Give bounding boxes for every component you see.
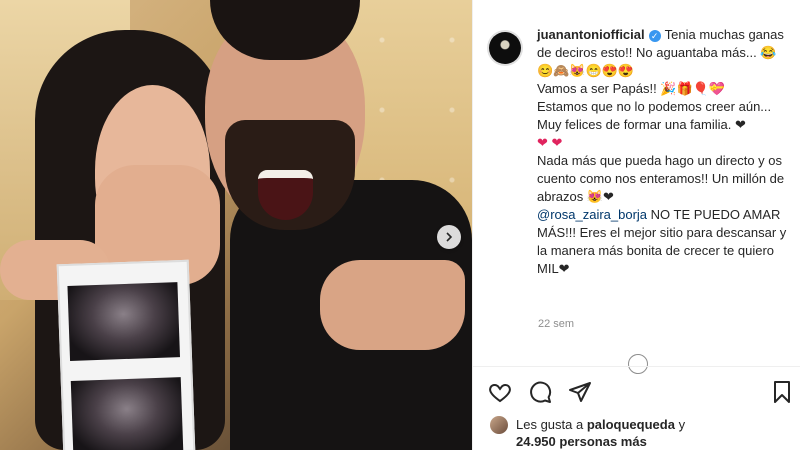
verified-icon: ✓: [648, 29, 661, 42]
likes-row: Les gusta a paloquequeda y 24.950 person…: [490, 416, 685, 450]
ultrasound-scan-bottom: [70, 377, 184, 450]
caption-line-3: Estamos que no lo podemos creer aún...: [537, 99, 772, 114]
heart-icon: [489, 383, 511, 403]
post-time[interactable]: 22 sem: [538, 318, 574, 330]
bookmark-icon: [774, 381, 790, 403]
save-button[interactable]: [770, 380, 796, 406]
post-username[interactable]: juanantoniofficial: [537, 27, 645, 42]
post-photo[interactable]: [0, 0, 472, 450]
caption-line-2: Vamos a ser Papás!! 🎉🎁🎈💝: [537, 81, 726, 96]
likes-avatar[interactable]: [490, 416, 508, 434]
caption-line-4: Muy felices de formar una familia. ❤: [537, 117, 746, 132]
mention-link[interactable]: @rosa_zaira_borja: [537, 207, 647, 222]
comment-icon: [530, 381, 552, 403]
action-bar: [488, 380, 793, 408]
photo-ultrasound: [56, 259, 196, 450]
photo-man-hand: [320, 260, 465, 350]
divider: [472, 366, 800, 367]
caption-line-6: Nada más que pueda hago un directo y os …: [537, 153, 785, 204]
ultrasound-scan-top: [67, 282, 181, 361]
likes-count[interactable]: 24.950 personas más: [516, 434, 647, 449]
caption-area: juanantoniofficial ✓ Tenia muchas ganas de…: [489, 26, 789, 278]
send-icon: [569, 382, 591, 402]
next-photo-button[interactable]: [437, 225, 461, 249]
caption: juanantoniofficial ✓ Tenia muchas ganas de…: [537, 26, 789, 278]
likes-middle: y: [674, 417, 686, 432]
likes-user[interactable]: paloquequeda: [587, 417, 675, 432]
caption-line-5: ❤ ❤: [537, 135, 563, 150]
more-icon[interactable]: [628, 354, 648, 374]
avatar[interactable]: [489, 32, 521, 64]
likes-text: Les gusta a paloquequeda y 24.950 person…: [516, 416, 685, 450]
chevron-right-icon: [446, 232, 453, 242]
like-button[interactable]: [488, 380, 514, 406]
likes-prefix: Les gusta a: [516, 417, 587, 432]
share-button[interactable]: [568, 380, 594, 406]
comment-button[interactable]: [528, 380, 554, 406]
